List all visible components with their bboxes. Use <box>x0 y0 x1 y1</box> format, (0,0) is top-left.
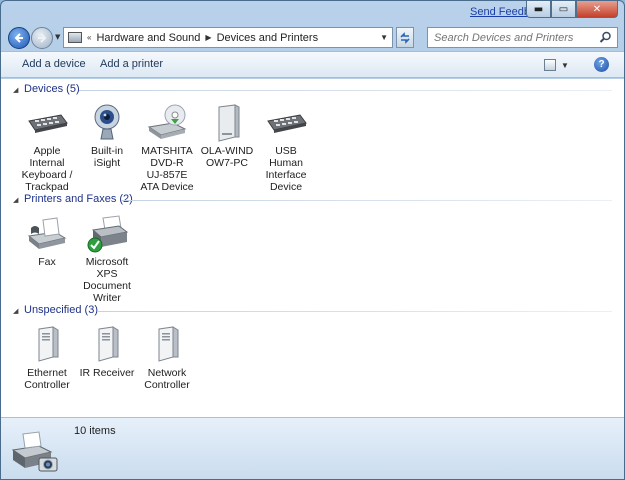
unspecified-item[interactable]: IR Receiver <box>78 325 136 379</box>
printer-label: Fax <box>38 256 56 268</box>
printer-item[interactable]: Microsoft XPS Document Writer <box>78 214 136 304</box>
device-label: Ethernet Controller <box>24 367 70 391</box>
device-item[interactable]: MATSHITA DVD-R UJ-857E ATA Device <box>138 103 196 193</box>
printer-default-icon <box>87 215 129 253</box>
search-input[interactable] <box>434 31 594 44</box>
chevron-right-icon[interactable]: ▶ <box>205 33 211 42</box>
printer-label: Microsoft XPS Document Writer <box>83 256 131 304</box>
group-header-unspecified[interactable]: ◢ Unspecified (3) <box>1 303 624 319</box>
webcam-icon <box>94 104 120 140</box>
chevron-left-icon[interactable]: « <box>87 33 91 42</box>
add-printer-button[interactable]: Add a printer <box>100 58 163 70</box>
breadcrumb-hardware-and-sound[interactable]: Hardware and Sound <box>96 32 200 44</box>
address-bar[interactable]: « Hardware and Sound ▶ Devices and Print… <box>63 27 393 48</box>
add-device-button[interactable]: Add a device <box>22 58 86 70</box>
address-dropdown-icon[interactable]: ▼ <box>380 33 388 42</box>
minimize-button[interactable]: ▬ <box>526 1 551 18</box>
search-icon[interactable] <box>599 31 612 44</box>
group-title: Printers and Faxes (2) <box>24 193 133 205</box>
generic-device-icon <box>38 326 59 362</box>
computer-tower-icon <box>218 104 240 142</box>
device-label: Network Controller <box>144 367 190 391</box>
forward-arrow-icon <box>38 33 47 43</box>
device-label: IR Receiver <box>79 367 135 379</box>
device-list: ◢ Devices (5) Apple Internal Keyboard / … <box>1 79 624 417</box>
generic-device-icon <box>158 326 179 362</box>
fax-icon <box>27 217 67 249</box>
device-label: Apple Internal Keyboard / Trackpad <box>21 145 73 193</box>
collapse-icon[interactable]: ◢ <box>13 86 18 94</box>
group-divider <box>79 90 612 91</box>
group-header-printers[interactable]: ◢ Printers and Faxes (2) <box>1 192 624 208</box>
group-title: Devices (5) <box>24 83 80 95</box>
collapse-icon[interactable]: ◢ <box>13 196 18 204</box>
keyboard-icon <box>28 114 68 133</box>
device-item[interactable]: Built-in iSight <box>78 103 136 169</box>
device-label: OLA-WIND OW7-PC <box>200 145 254 169</box>
view-icon <box>544 59 556 71</box>
help-button[interactable]: ? <box>594 57 609 72</box>
group-divider <box>97 311 612 312</box>
maximize-button[interactable]: ▭ <box>551 1 576 18</box>
command-bar: Add a device Add a printer ▼ ? <box>1 51 624 78</box>
unspecified-item[interactable]: Ethernet Controller <box>18 325 76 391</box>
device-item[interactable]: Apple Internal Keyboard / Trackpad <box>18 103 76 193</box>
explorer-window: Send Feedback ▬ ▭ ✕ ▼ « Hardware and Sou… <box>0 0 625 480</box>
control-panel-icon <box>68 32 82 43</box>
title-bar: Send Feedback ▬ ▭ ✕ <box>1 1 624 25</box>
generic-device-icon <box>98 326 119 362</box>
refresh-icon <box>400 31 410 44</box>
address-row: ▼ « Hardware and Sound ▶ Devices and Pri… <box>1 25 624 49</box>
breadcrumb-devices-and-printers[interactable]: Devices and Printers <box>217 32 319 44</box>
search-box[interactable] <box>427 27 618 48</box>
forward-button[interactable] <box>31 27 53 49</box>
group-divider <box>121 200 612 201</box>
collapse-icon[interactable]: ◢ <box>13 307 18 315</box>
group-title: Unspecified (3) <box>24 304 98 316</box>
device-label: Built-in iSight <box>90 145 124 169</box>
refresh-button[interactable] <box>396 27 414 48</box>
devices-and-printers-icon <box>11 431 58 472</box>
close-button[interactable]: ✕ <box>576 1 618 18</box>
keyboard-icon <box>267 114 307 133</box>
device-label: MATSHITA DVD-R UJ-857E ATA Device <box>140 145 194 193</box>
caption-buttons: ▬ ▭ ✕ <box>526 1 618 18</box>
change-view-button[interactable]: ▼ <box>544 57 574 73</box>
recent-pages-dropdown[interactable]: ▼ <box>55 33 60 41</box>
back-button[interactable] <box>8 27 30 49</box>
device-label: USB Human Interface Device <box>265 145 307 193</box>
back-arrow-icon <box>14 33 23 43</box>
details-pane: 10 items <box>1 417 624 479</box>
unspecified-item[interactable]: Network Controller <box>138 325 196 391</box>
group-header-devices[interactable]: ◢ Devices (5) <box>1 82 624 98</box>
device-item[interactable]: OLA-WIND OW7-PC <box>198 103 256 169</box>
dvd-drive-icon <box>147 104 187 139</box>
printer-item[interactable]: Fax <box>18 214 76 268</box>
device-item[interactable]: USB Human Interface Device <box>257 103 315 193</box>
item-count: 10 items <box>74 425 116 437</box>
view-dropdown-icon[interactable]: ▼ <box>561 61 569 70</box>
